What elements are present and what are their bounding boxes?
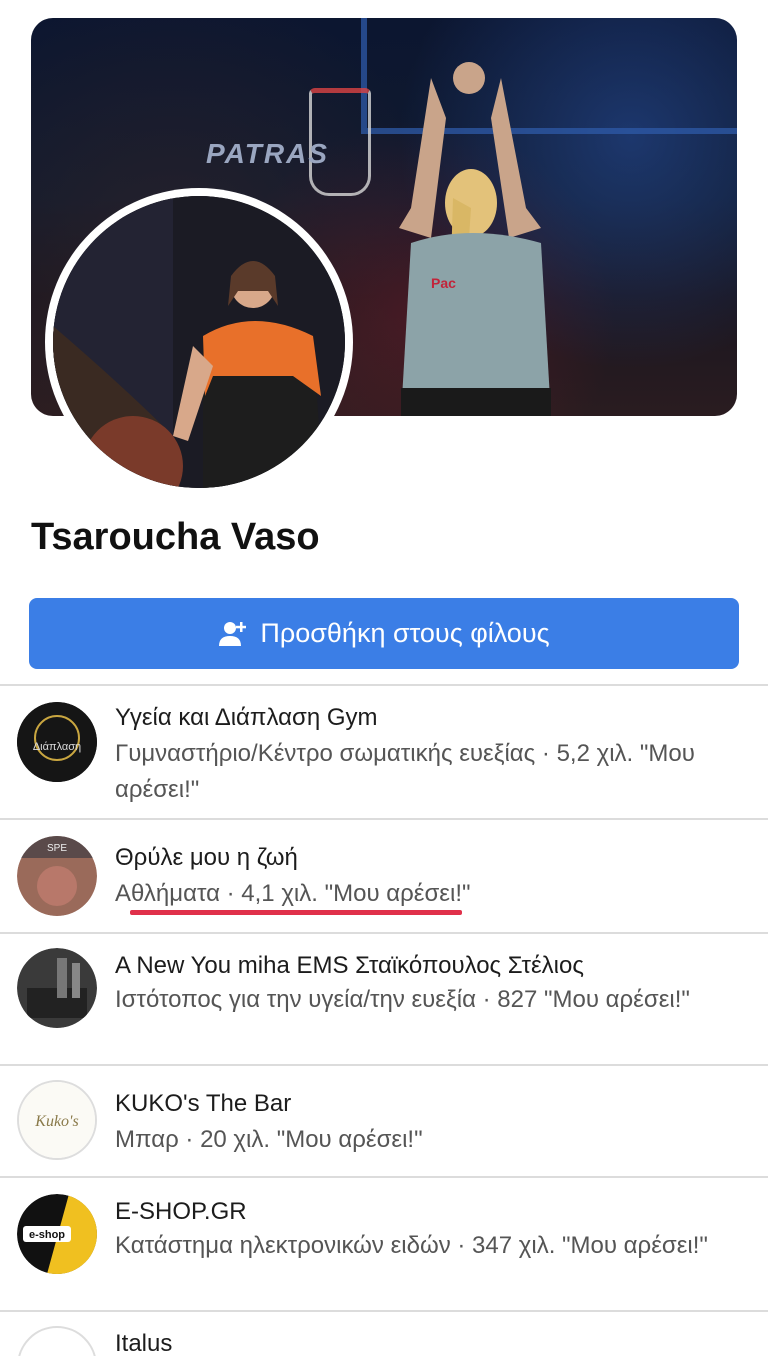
highlight-underline [130, 910, 462, 915]
svg-text:SPE: SPE [47, 843, 67, 854]
list-item[interactable]: Διάπλαση Υγεία και Διάπλαση Gym Γυμναστή… [0, 686, 768, 818]
avatar[interactable] [53, 196, 345, 488]
svg-text:Kuko's: Kuko's [34, 1113, 78, 1130]
page-subtitle: Γυμναστήριο/Κέντρο σωματικής ευεξίας · 5… [115, 740, 695, 803]
page-logo: Kuko's [17, 1080, 97, 1160]
page-subtitle: Ιστότοπος για την υγεία/την ευεξία · 827… [115, 986, 690, 1013]
page-logo: SPE [17, 836, 97, 916]
add-friend-icon [219, 621, 247, 646]
add-friend-button[interactable]: Προσθήκη στους φίλους [29, 598, 739, 669]
cover-referee-figure: Pac [399, 62, 551, 416]
add-friend-label: Προσθήκη στους φίλους [260, 618, 550, 648]
svg-text:Διάπλαση: Διάπλαση [33, 741, 81, 753]
page-subtitle: Κατάστημα ηλεκτρονικών ειδών · 347 χιλ. … [115, 1232, 708, 1259]
page-logo [17, 948, 97, 1028]
list-item[interactable]: Italus [0, 1312, 768, 1356]
page-logo: e-shop [17, 1194, 97, 1274]
profile-card: PATRAS Pac Tsaroucha Vaso Προσθήκη στους… [0, 0, 768, 1356]
page-subtitle: Μπαρ · 20 χιλ. "Μου αρέσει!" [115, 1126, 423, 1153]
svg-text:Pac: Pac [431, 275, 456, 291]
list-item[interactable]: Kuko's KUKO's The Bar Μπαρ · 20 χιλ. "Μο… [0, 1066, 768, 1176]
list-item[interactable]: A New You miha EMS Σταϊκόπουλος Στέλιος … [0, 934, 768, 1064]
cover-banner-text: PATRAS [206, 138, 329, 169]
page-title[interactable]: A New You miha EMS Σταϊκόπουλος Στέλιος [115, 952, 584, 980]
page-title[interactable]: KUKO's The Bar [115, 1090, 291, 1118]
avatar-photo [53, 196, 345, 488]
page-title[interactable]: Υγεία και Διάπλαση Gym [115, 704, 378, 732]
page-title[interactable]: E-SHOP.GR [115, 1198, 247, 1226]
profile-name: Tsaroucha Vaso [31, 516, 320, 558]
page-subtitle: Αθλήματα · 4,1 χιλ. "Μου αρέσει!" [115, 880, 471, 907]
page-logo [17, 1326, 97, 1356]
page-logo: Διάπλαση [17, 702, 97, 782]
svg-text:e-shop: e-shop [29, 1229, 65, 1241]
list-item[interactable]: e-shop E-SHOP.GR Κατάστημα ηλεκτρονικών … [0, 1178, 768, 1310]
page-title[interactable]: Italus [115, 1330, 172, 1356]
list-item[interactable]: SPE Θρύλε μου η ζωή Αθλήματα · 4,1 χιλ. … [0, 820, 768, 932]
page-title[interactable]: Θρύλε μου η ζωή [115, 844, 298, 872]
